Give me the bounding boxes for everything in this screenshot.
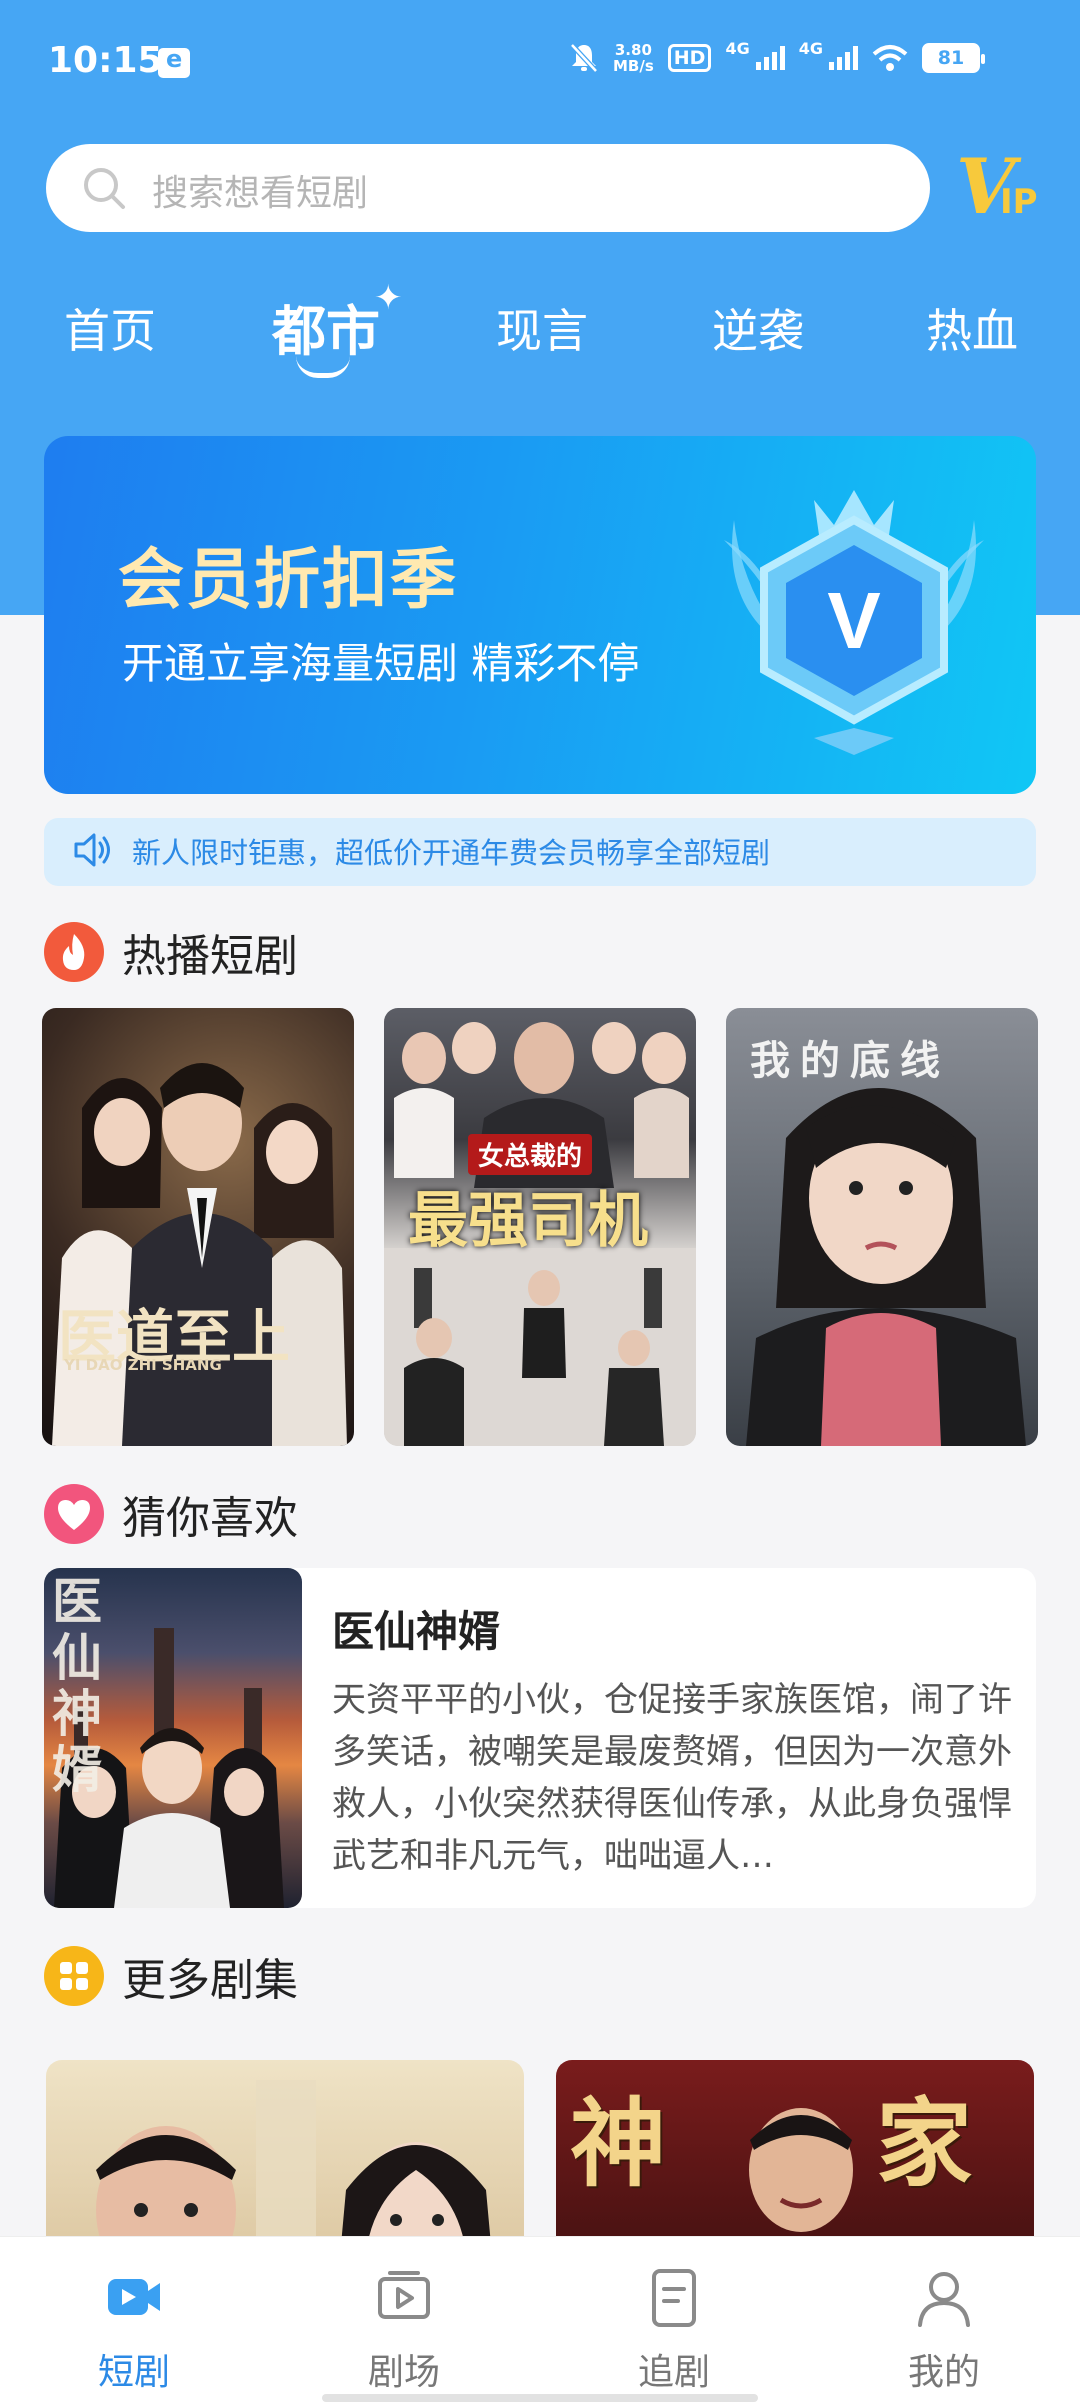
status-time: 10:15 <box>48 40 163 81</box>
vip-button[interactable]: V IP <box>956 148 1038 228</box>
sim1-network-type: 4G <box>725 38 750 58</box>
category-tabs: 首页 都市 现言 逆袭 热血 <box>0 285 1080 385</box>
vip-badge-ip: IP <box>1000 182 1038 222</box>
banner-emblem-letter: V <box>827 576 880 665</box>
poster-3-title: 我的底线 <box>750 1037 950 1084</box>
promo-banner[interactable]: 会员折扣季 开通立享海量短剧 精彩不停 V <box>44 436 1036 794</box>
tab-home[interactable]: 首页 <box>64 295 156 361</box>
search-icon <box>84 168 125 209</box>
recommend-cover-image: 医仙神婿 <box>44 1568 302 1908</box>
network-speed-unit: MB/s <box>613 57 654 75</box>
hot-section-title: 热播短剧 <box>122 931 298 982</box>
nav-label-theater: 剧场 <box>367 2352 440 2393</box>
nav-item-profile[interactable]: 我的 <box>884 2265 1004 2395</box>
tab-action[interactable]: 热血 <box>926 295 1018 361</box>
network-speed: 3.80 MB/s <box>613 42 654 74</box>
banner-title: 会员折扣季 <box>118 541 458 618</box>
home-indicator[interactable] <box>322 2394 758 2402</box>
grid-icon <box>44 1946 104 2006</box>
heart-icon <box>44 1484 104 1544</box>
tab-romance[interactable]: 现言 <box>496 295 588 361</box>
video-icon <box>108 2279 160 2315</box>
banner-subtitle: 开通立享海量短剧 精彩不停 <box>122 639 640 688</box>
nav-item-theater[interactable]: 剧场 <box>344 2265 464 2395</box>
hot-poster-1[interactable]: 医道至上 YI DAO ZHI SHANG <box>42 1008 354 1446</box>
status-bar: 10:15 3.80 MB/s HD 4G 4G 81 <box>0 0 1080 125</box>
nav-label-following: 追剧 <box>637 2352 710 2393</box>
notice-bar[interactable]: 新人限时钜惠，超低价开通年费会员畅享全部短剧 <box>44 818 1036 886</box>
speaker-icon <box>74 833 110 867</box>
more-section-title: 更多剧集 <box>122 1955 298 2006</box>
poster-art <box>52 1063 347 1446</box>
poster-2-tag: 女总裁的 <box>468 1134 593 1175</box>
notice-text: 新人限时钜惠，超低价开通年费会员畅享全部短剧 <box>132 836 771 870</box>
bell-muted-icon <box>570 43 598 73</box>
sparkle-icon: ✦ <box>374 278 403 318</box>
hot-section-header: 热播短剧 <box>44 920 298 984</box>
more-poster-2-text-left: 神 <box>570 2087 666 2200</box>
network-speed-value: 3.80 <box>614 41 652 59</box>
poster-1-pinyin: YI DAO ZHI SHANG <box>64 1356 222 1374</box>
recommend-section-title: 猜你喜欢 <box>122 1493 298 1544</box>
vip-shield-icon: V <box>724 490 984 755</box>
recommend-section-header: 猜你喜欢 <box>44 1482 298 1546</box>
wifi-icon <box>872 45 908 71</box>
recommend-item-title: 医仙神婿 <box>332 1607 501 1656</box>
recommend-item-description: 天资平平的小伙，仓促接手家族医馆，闹了许多笑话，被嘲笑是最废赘婿，但因为一次意外… <box>332 1680 1012 1876</box>
browser-notification-icon <box>158 45 190 78</box>
battery-icon: 81 <box>922 43 985 73</box>
hot-poster-3[interactable]: 我的底线 <box>726 1008 1038 1446</box>
signal-icon <box>755 46 785 70</box>
more-section-header: 更多剧集 <box>44 1944 298 2008</box>
nav-item-following[interactable]: 追剧 <box>614 2265 734 2395</box>
nav-item-shorts[interactable]: 短剧 <box>74 2265 194 2395</box>
document-icon <box>652 2269 696 2327</box>
tab-urban[interactable]: 都市 <box>272 287 380 366</box>
bottom-navigation: 短剧 剧场 追剧 我的 <box>0 2236 1080 2408</box>
nav-label-profile: 我的 <box>907 2352 980 2393</box>
search-input[interactable]: 搜索想看短剧 <box>46 144 930 232</box>
more-poster-2-text-right: 家 <box>876 2087 972 2200</box>
search-placeholder: 搜索想看短剧 <box>152 173 369 214</box>
hot-poster-2[interactable]: 女总裁的 最强司机 <box>384 1008 696 1446</box>
nav-label-shorts: 短剧 <box>97 2352 170 2393</box>
user-icon <box>918 2272 970 2327</box>
poster-2-title: 最强司机 <box>408 1186 648 1256</box>
hd-voice-badge: HD <box>667 44 712 72</box>
sim2-network-type: 4G <box>798 38 823 58</box>
play-screen-icon <box>378 2271 430 2319</box>
fire-icon <box>44 922 104 982</box>
recommend-cover-text: 医仙神婿 <box>52 1572 102 1799</box>
signal-icon-2 <box>829 46 858 70</box>
recommend-card[interactable]: 医仙神婿 医仙神婿 天资平平的小伙，仓促接手家族医馆，闹了许多笑话，被嘲笑是最废… <box>44 1568 1036 1908</box>
tab-comeback[interactable]: 逆袭 <box>712 295 804 361</box>
status-indicators: 3.80 MB/s HD 4G 4G 81 <box>569 38 985 74</box>
